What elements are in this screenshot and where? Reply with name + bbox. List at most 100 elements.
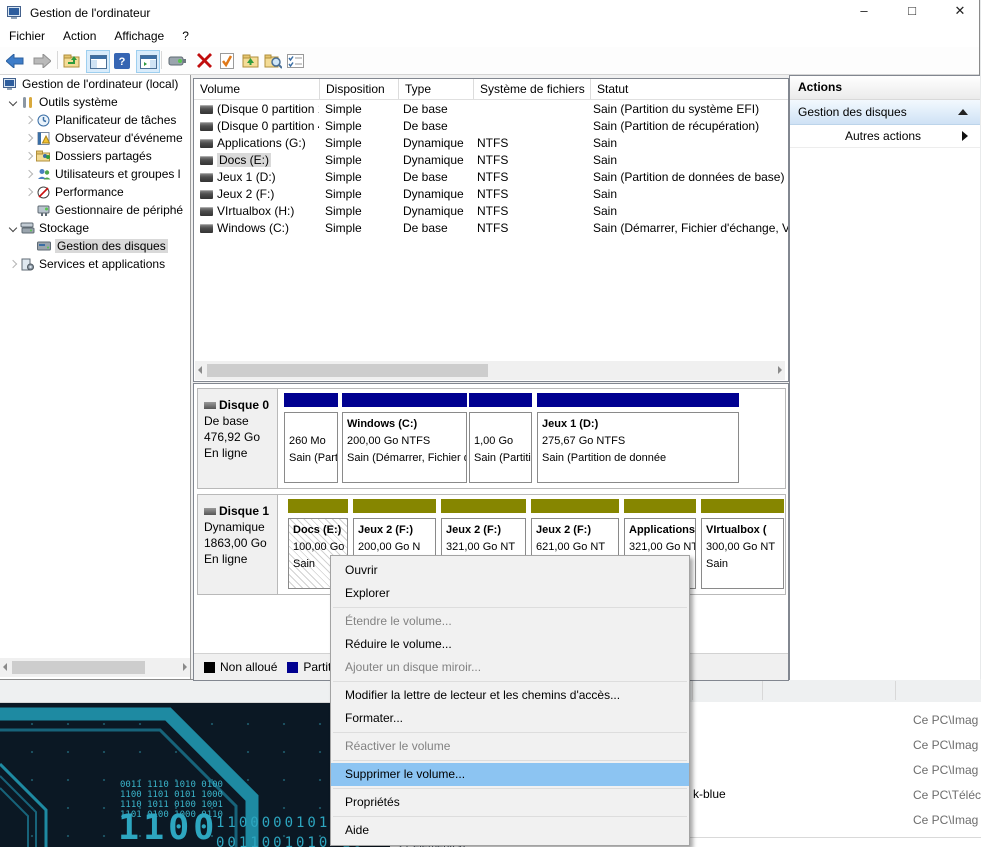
explorer-row-location[interactable]: Ce PC\Imag: [913, 813, 981, 827]
disk-type: Dynamique: [204, 519, 277, 535]
legend-partition-swatch: [287, 662, 298, 673]
minimize-button[interactable]: –: [847, 0, 881, 22]
scroll-right-arrow[interactable]: [778, 366, 782, 374]
scroll-right-arrow[interactable]: [183, 663, 187, 671]
device-manager-icon: [36, 203, 51, 217]
tree-item-label: Observateur d'événeme: [55, 131, 183, 145]
menu-action[interactable]: Action: [54, 26, 105, 47]
menu-affichage[interactable]: Affichage: [105, 26, 173, 47]
toolbar: ?: [0, 47, 979, 75]
collapse-icon[interactable]: [958, 109, 968, 115]
column-header-fs[interactable]: Système de fichiers: [474, 79, 591, 99]
column-header-disposition[interactable]: Disposition: [320, 79, 399, 99]
device-icon[interactable]: [166, 50, 188, 71]
maximize-button[interactable]: □: [895, 0, 929, 22]
menu-item-supprimer-le-volume[interactable]: Supprimer le volume...: [331, 763, 689, 786]
validate-document-icon[interactable]: [216, 50, 238, 71]
actions-panel-title: Actions: [790, 76, 980, 100]
export-folder-icon[interactable]: [61, 50, 83, 71]
menu-item-ouvrir[interactable]: Ouvrir: [331, 559, 689, 582]
volume-row[interactable]: Applications (G:) Simple Dynamique NTFS …: [194, 134, 788, 151]
menu-item-ajouter-disque-miroir: Ajouter un disque miroir...: [331, 656, 689, 679]
column-header-volume[interactable]: Volume: [194, 79, 320, 99]
chevron-right-icon[interactable]: [25, 152, 33, 160]
tree-item-dossiers-partages[interactable]: Dossiers partagés: [0, 147, 190, 165]
volume-row[interactable]: VIrtualbox (H:) Simple Dynamique NTFS Sa…: [194, 202, 788, 219]
volume-icon: [200, 190, 213, 199]
chevron-right-icon[interactable]: [25, 170, 33, 178]
tree-item-observateur[interactable]: Observateur d'événeme: [0, 129, 190, 147]
volume-row[interactable]: Jeux 2 (F:) Simple Dynamique NTFS Sain: [194, 185, 788, 202]
forward-icon[interactable]: [31, 50, 53, 71]
tree-item-label: Performance: [55, 185, 124, 199]
explorer-row-location[interactable]: Ce PC\Imag: [913, 738, 981, 752]
volume-list-horizontal-scrollbar[interactable]: [195, 361, 785, 380]
show-action-pane-icon[interactable]: [136, 50, 160, 73]
menu-item-explorer[interactable]: Explorer: [331, 582, 689, 605]
scroll-left-arrow[interactable]: [198, 366, 202, 374]
menu-help[interactable]: ?: [173, 26, 198, 47]
menu-fichier[interactable]: Fichier: [0, 26, 54, 47]
tree-item-utilisateurs[interactable]: Utilisateurs et groupes l: [0, 165, 190, 183]
partition-windows-c[interactable]: Windows (C:)200,00 Go NTFSSain (Démarrer…: [342, 393, 467, 483]
scrollbar-thumb[interactable]: [207, 364, 488, 377]
tree-item-gestion-des-disques[interactable]: Gestion des disques: [0, 237, 190, 255]
partition-color-bar: [284, 393, 338, 407]
chevron-right-icon[interactable]: [9, 260, 17, 268]
help-icon[interactable]: ?: [111, 50, 133, 71]
tree-item-planificateur[interactable]: Planificateur de tâches: [0, 111, 190, 129]
checklist-icon[interactable]: [284, 50, 306, 71]
explorer-row-location[interactable]: Ce PC\Imag: [913, 763, 981, 777]
chevron-right-icon[interactable]: [25, 134, 33, 142]
tree-item-gestionnaire-peripheriques[interactable]: Gestionnaire de périphé: [0, 201, 190, 219]
menu-item-modifier-lettre-lecteur[interactable]: Modifier la lettre de lecteur et les che…: [331, 684, 689, 707]
disk-size: 476,92 Go: [204, 429, 277, 445]
volume-row[interactable]: Windows (C:) Simple De base NTFS Sain (D…: [194, 219, 788, 236]
chevron-right-icon[interactable]: [25, 116, 33, 124]
explorer-row-location[interactable]: Ce PC\Imag: [913, 713, 981, 727]
actions-group-gestion-des-disques[interactable]: Gestion des disques: [790, 100, 980, 125]
disk-header-disque0[interactable]: Disque 0 De base 476,92 Go En ligne: [198, 389, 278, 488]
tree-item-performance[interactable]: Performance: [0, 183, 190, 201]
volume-row[interactable]: (Disque 0 partition 4) Simple De base Sa…: [194, 117, 788, 134]
close-button[interactable]: ✕: [943, 0, 977, 22]
disk-management-icon: [36, 239, 51, 253]
menu-item-formater[interactable]: Formater...: [331, 707, 689, 730]
folder-up-icon[interactable]: [239, 50, 261, 71]
volume-icon: [200, 122, 213, 131]
delete-icon[interactable]: [193, 50, 215, 71]
partition-recovery[interactable]: 1,00 GoSain (Partitio: [469, 393, 532, 483]
folder-search-icon[interactable]: [262, 50, 284, 71]
partition-jeux1-d[interactable]: Jeux 1 (D:)275,67 Go NTFSSain (Partition…: [537, 393, 739, 483]
menu-item-reduire-le-volume[interactable]: Réduire le volume...: [331, 633, 689, 656]
chevron-down-icon[interactable]: [9, 224, 17, 232]
menu-item-proprietes[interactable]: Propriétés: [331, 791, 689, 814]
task-scheduler-icon: [36, 113, 51, 127]
toolbar-separator: [161, 51, 162, 69]
column-header-type[interactable]: Type: [399, 79, 474, 99]
volume-row[interactable]: (Disque 0 partition 1) Simple De base Sa…: [194, 100, 788, 117]
back-icon[interactable]: [4, 50, 26, 71]
column-header-statut[interactable]: Statut: [591, 79, 788, 99]
partition-efi[interactable]: 260 MoSain (Part: [284, 393, 338, 483]
tree-horizontal-scrollbar[interactable]: [0, 658, 190, 677]
scroll-left-arrow[interactable]: [3, 663, 7, 671]
tree-item-stockage[interactable]: Stockage: [0, 219, 190, 237]
menu-separator: [333, 816, 687, 817]
tree-item-computer-management[interactable]: Gestion de l'ordinateur (local): [0, 75, 190, 93]
volume-row-selected[interactable]: Docs (E:) Simple Dynamique NTFS Sain: [194, 151, 788, 168]
chevron-down-icon[interactable]: [9, 98, 17, 106]
volume-row[interactable]: Jeux 1 (D:) Simple De base NTFS Sain (Pa…: [194, 168, 788, 185]
disk-header-disque1[interactable]: Disque 1 Dynamique 1863,00 Go En ligne: [198, 495, 278, 594]
chevron-right-icon[interactable]: [25, 188, 33, 196]
tree-item-services-applications[interactable]: Services et applications: [0, 255, 190, 273]
tree-item-outils-systeme[interactable]: Outils système: [0, 93, 190, 111]
explorer-row-location[interactable]: Ce PC\Téléc: [913, 788, 981, 802]
title-bar[interactable]: Gestion de l'ordinateur – □ ✕: [0, 0, 979, 26]
partition-virtualbox-h[interactable]: VIrtualbox (300,00 Go NTSain: [701, 499, 784, 589]
actions-item-autres-actions[interactable]: Autres actions: [790, 125, 980, 148]
show-console-tree-icon[interactable]: [86, 50, 110, 73]
menu-item-aide[interactable]: Aide: [331, 819, 689, 842]
scrollbar-thumb[interactable]: [12, 661, 145, 674]
partition-color-bar: [531, 499, 619, 513]
